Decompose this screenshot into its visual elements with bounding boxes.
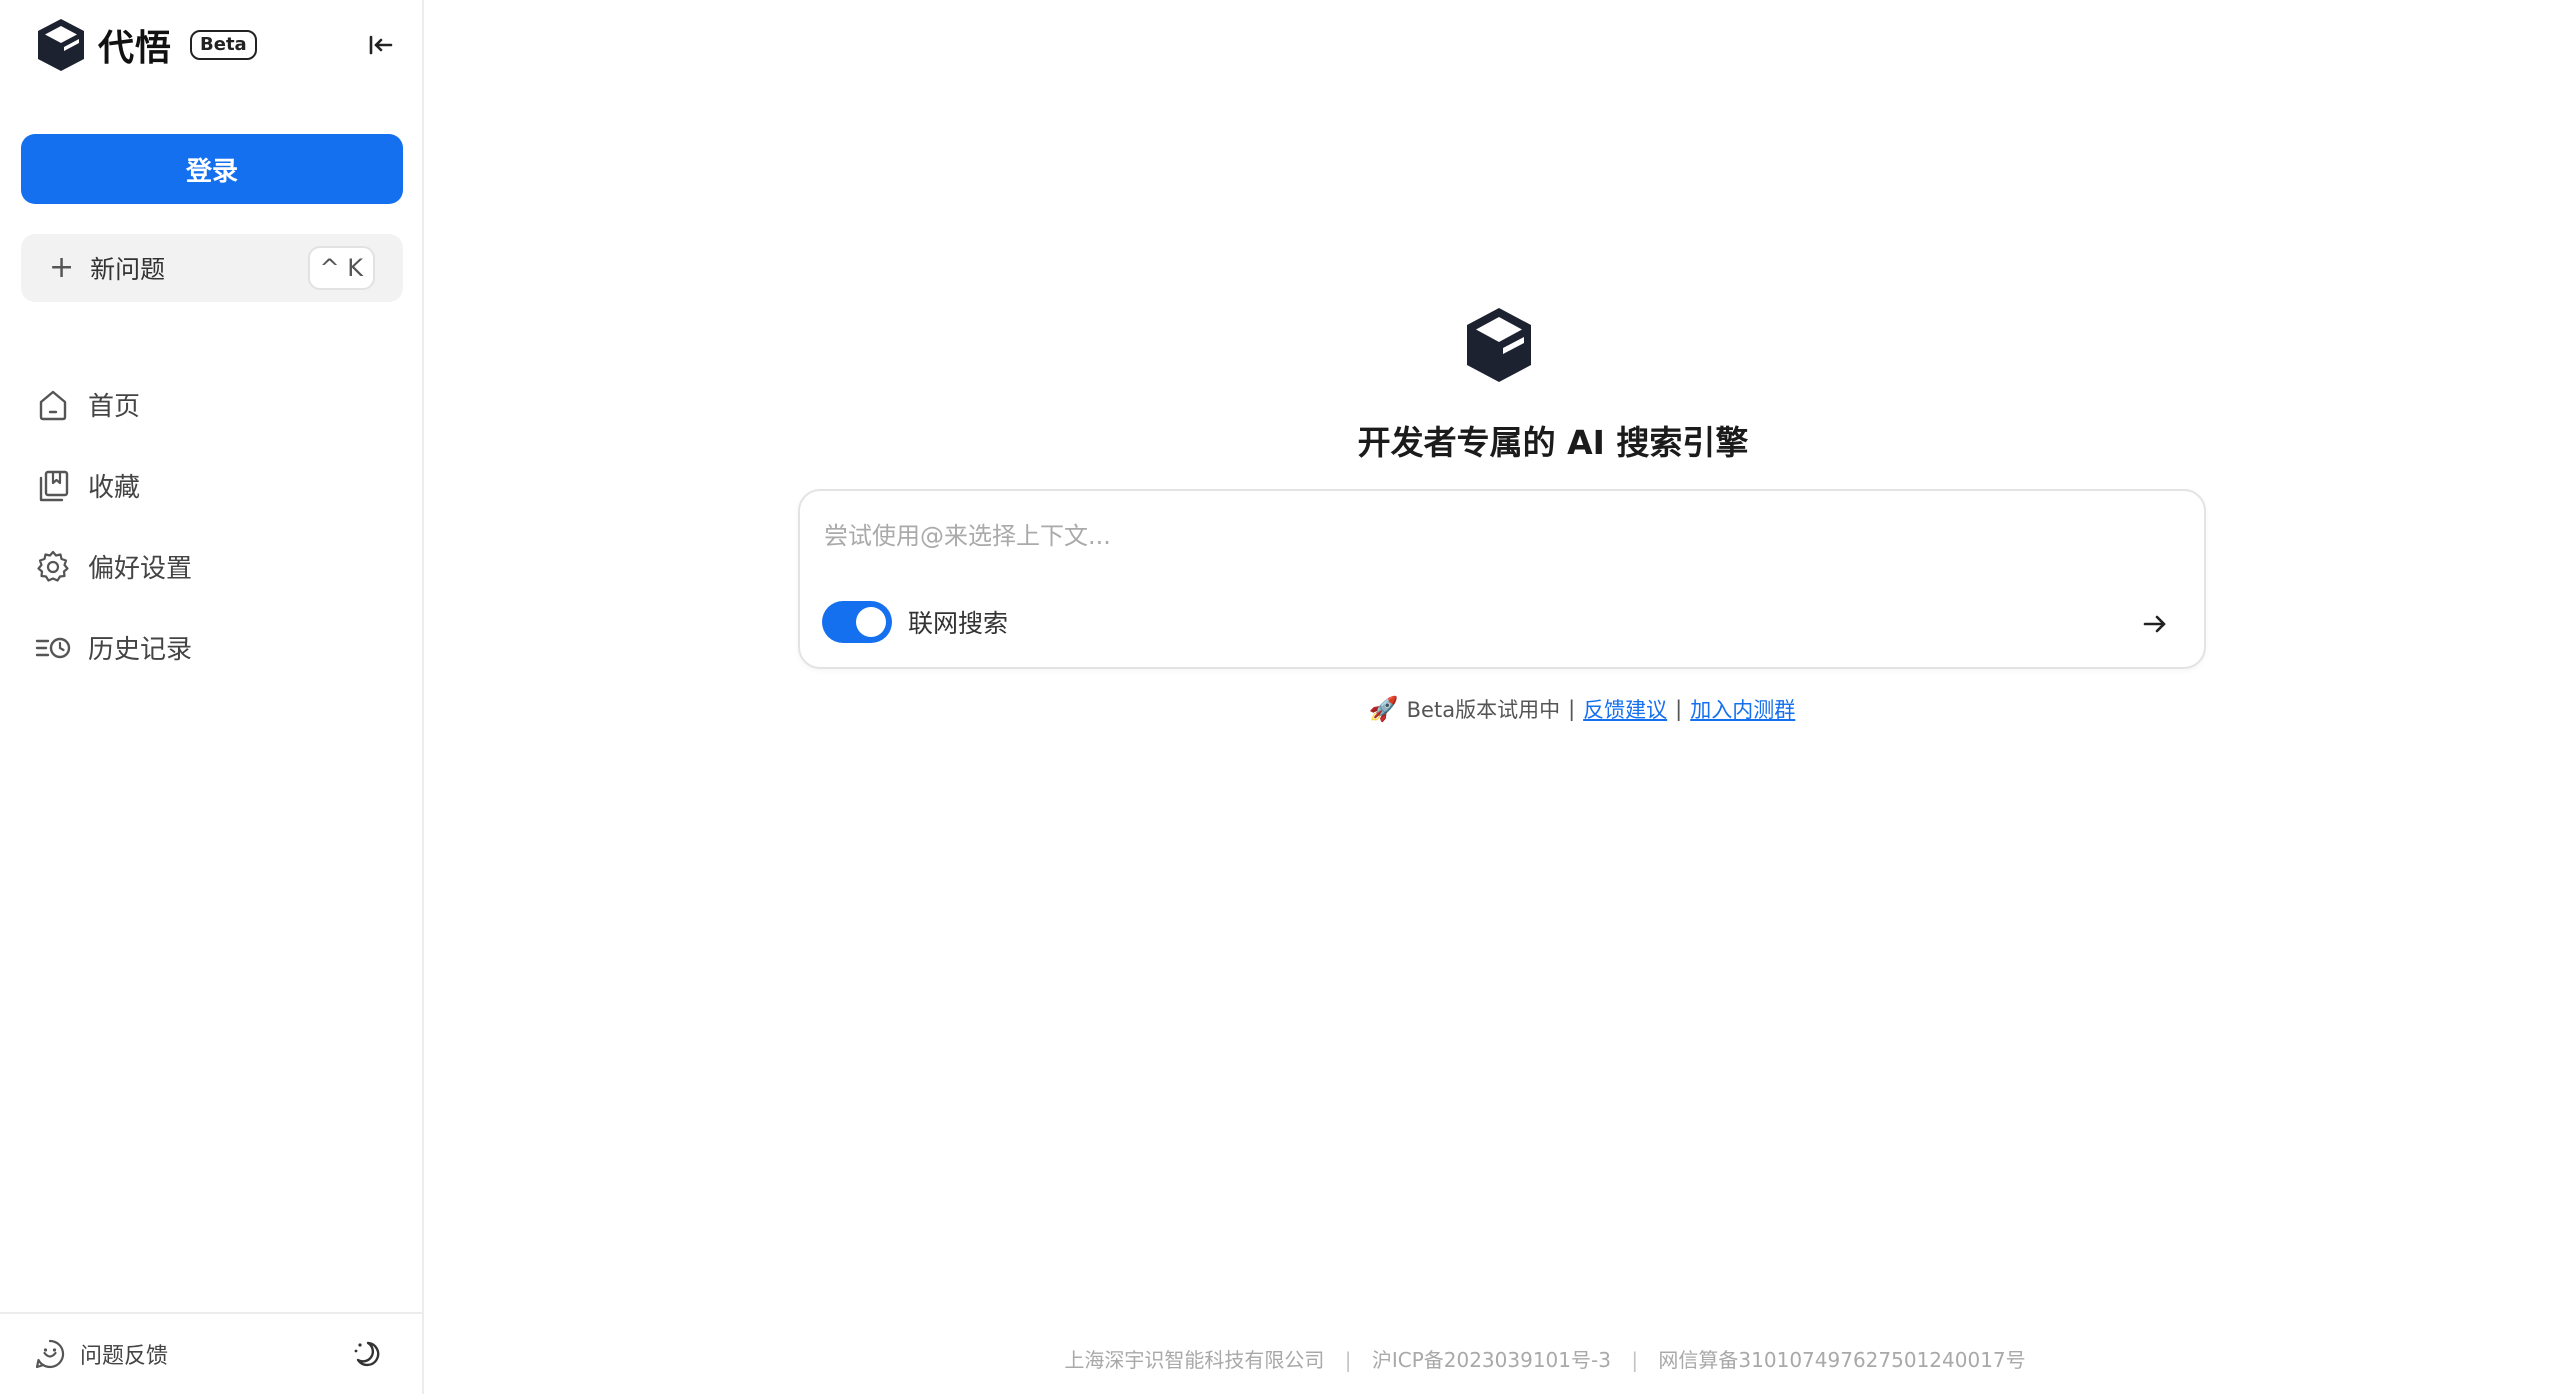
sidebar-item-label: 历史记录: [88, 635, 193, 665]
sidebar-item-label: 收藏: [88, 473, 141, 503]
join-group-link[interactable]: 加入内测群: [1690, 694, 1795, 724]
brand[interactable]: 代悟 Beta: [34, 16, 257, 74]
sidebar-item-label: 首页: [88, 392, 141, 422]
home-icon: [34, 386, 72, 424]
theme-toggle-button[interactable]: [348, 1334, 388, 1374]
moon-sun-icon: [354, 1341, 380, 1367]
footer-info: 上海深宇识智能科技有限公司 | 沪ICP备2023039101号-3 | 网信算…: [424, 1344, 2558, 1373]
collection-icon: [34, 467, 72, 505]
login-button[interactable]: 登录: [21, 134, 403, 204]
algorithm-record[interactable]: 网信算备310107497627501240017号: [1658, 1348, 2025, 1372]
plus-icon: +: [49, 250, 75, 285]
feedback-icon: [35, 1339, 65, 1369]
new-question-button[interactable]: + 新问题 ^ K: [21, 234, 403, 302]
web-search-label: 联网搜索: [908, 609, 1009, 638]
toggle-knob: [856, 607, 886, 637]
sidebar-item-home[interactable]: 首页: [34, 364, 394, 445]
collapse-sidebar-button[interactable]: [364, 28, 398, 62]
page-title: 开发者专属的 AI 搜索引擎: [1357, 423, 1749, 462]
toggle-track: [822, 601, 892, 643]
app-root: 代悟 Beta 登录 + 新问题 ^ K 首页 收藏 偏好设置 历史记录 问题反…: [0, 0, 2558, 1394]
sidebar: 代悟 Beta 登录 + 新问题 ^ K 首页 收藏 偏好设置 历史记录 问题反…: [0, 0, 424, 1394]
history-icon: [34, 629, 72, 667]
main-content: 开发者专属的 AI 搜索引擎 联网搜索 🚀 Beta版本试用中 |: [424, 0, 2558, 1394]
sidebar-nav: 首页 收藏 偏好设置 历史记录: [34, 364, 394, 688]
cube-logo-icon: [1467, 308, 1531, 382]
beta-note: 🚀 Beta版本试用中 | 反馈建议 | 加入内测群: [424, 694, 2558, 724]
rocket-icon: 🚀: [1368, 695, 1399, 723]
feedback-button[interactable]: 问题反馈: [34, 1338, 168, 1370]
send-button[interactable]: [2136, 605, 2174, 643]
sidebar-item-preferences[interactable]: 偏好设置: [34, 526, 394, 607]
beta-note-text: Beta版本试用中: [1406, 698, 1561, 722]
beta-badge: Beta: [190, 30, 257, 60]
sidebar-item-collection[interactable]: 收藏: [34, 445, 394, 526]
shortcut-badge: ^ K: [307, 246, 375, 290]
new-question-label: 新问题: [90, 255, 166, 284]
separator: |: [1631, 1348, 1639, 1372]
collapse-left-icon: [369, 35, 393, 55]
separator: |: [1568, 697, 1576, 721]
feedback-label: 问题反馈: [80, 1344, 169, 1369]
feedback-link[interactable]: 反馈建议: [1583, 694, 1667, 724]
separator: |: [1344, 1348, 1352, 1372]
search-box: 联网搜索: [798, 489, 2206, 669]
arrow-right-icon: [2143, 615, 2166, 633]
separator: |: [1675, 697, 1683, 721]
sidebar-item-label: 偏好设置: [88, 554, 193, 584]
web-search-toggle[interactable]: 联网搜索: [822, 601, 1008, 643]
company-name: 上海深宇识智能科技有限公司: [1064, 1348, 1325, 1372]
cube-logo-icon: [38, 19, 84, 71]
gear-icon: [34, 548, 72, 586]
sidebar-item-history[interactable]: 历史记录: [34, 607, 394, 688]
icp-record[interactable]: 沪ICP备2023039101号-3: [1372, 1348, 1611, 1372]
brand-name: 代悟: [98, 28, 173, 69]
sidebar-footer: 问题反馈: [0, 1312, 422, 1394]
search-input[interactable]: [824, 513, 2124, 559]
